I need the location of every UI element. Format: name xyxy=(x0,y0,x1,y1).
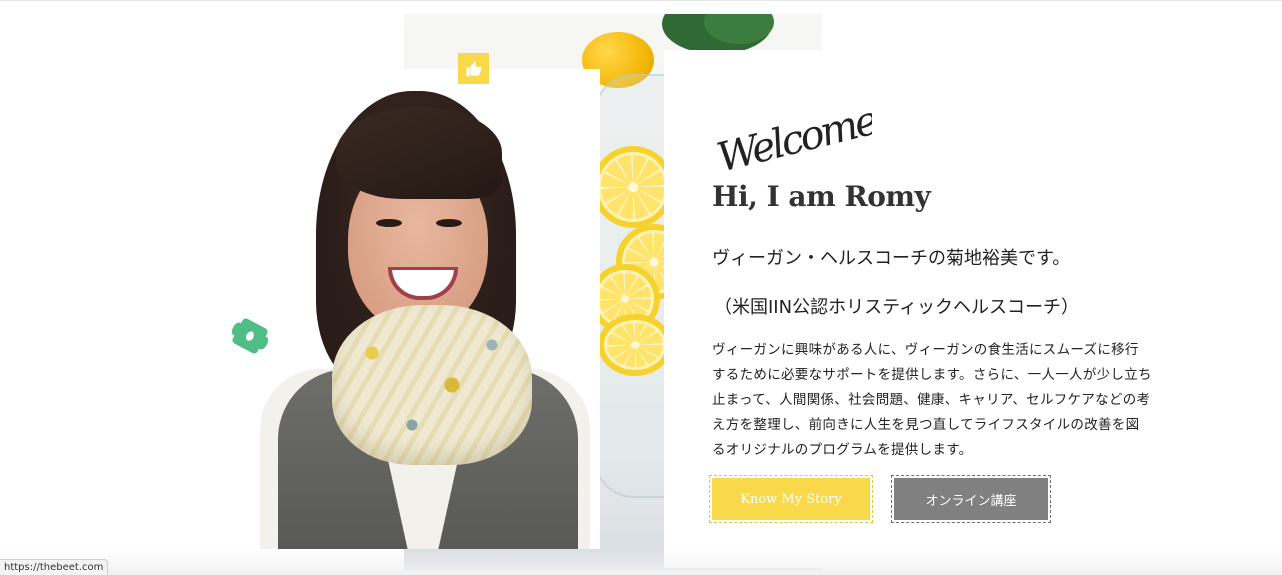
welcome-script-text: Welcome xyxy=(713,97,872,174)
intro-credential-line: （米国IIN公認ホリスティックヘルスコーチ） xyxy=(714,297,1079,318)
leaf-glyph xyxy=(246,331,254,341)
lemon-slice xyxy=(598,314,672,376)
floral-scarf xyxy=(332,305,532,465)
bangs xyxy=(336,107,502,199)
right-eye xyxy=(436,219,462,227)
know-my-story-button[interactable]: Know My Story xyxy=(709,475,873,523)
top-divider xyxy=(0,0,1282,1)
left-eye xyxy=(376,219,402,227)
intro-description: ヴィーガンに興味がある人に、ヴィーガンの食生活にスムーズに移行するために必要なサ… xyxy=(712,342,1152,458)
greeting-heading: Hi, I am Romy xyxy=(712,180,931,213)
page-bottom-fade xyxy=(0,549,1282,575)
profile-photo xyxy=(240,69,600,549)
thumbs-up-icon xyxy=(458,53,489,84)
online-course-button[interactable]: オンライン講座 xyxy=(891,475,1051,523)
intro-name-line: ヴィーガン・ヘルスコーチの菊地裕美です。 xyxy=(712,248,1071,269)
welcome-script-heading: Welcome xyxy=(713,97,872,174)
status-bar-url: https://thebeet.com xyxy=(0,559,109,575)
thumbs-up-glyph xyxy=(466,61,481,76)
lemon-slice xyxy=(592,146,674,228)
intro-card: Welcome Hi, I am Romy ヴィーガン・ヘルスコーチの菊地裕美で… xyxy=(664,50,1282,568)
